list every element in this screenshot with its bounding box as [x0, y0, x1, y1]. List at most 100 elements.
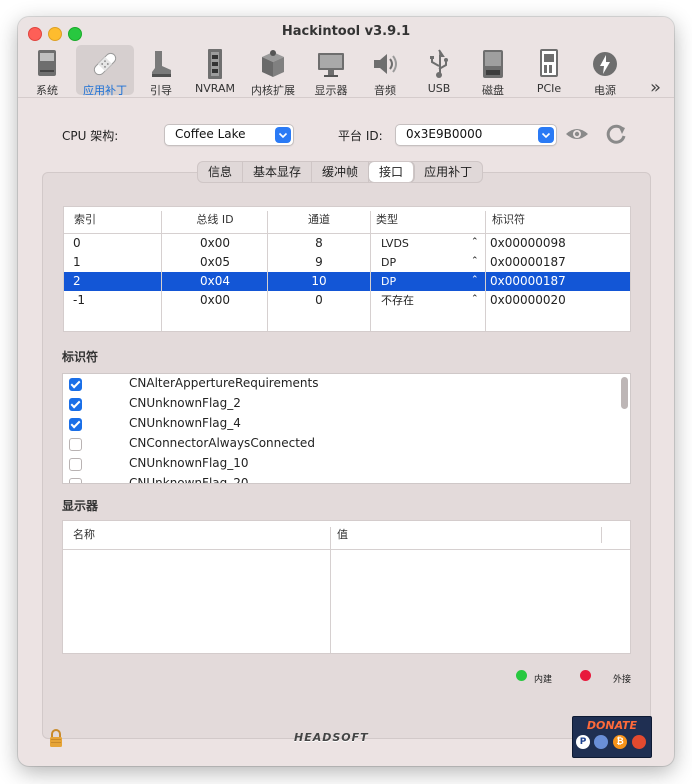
tab-framebuffer[interactable]: 缓冲帧	[312, 162, 370, 182]
platform-id-select[interactable]: 0x3E9B0000	[395, 124, 557, 146]
cell-bus-id: 0x04	[199, 274, 230, 288]
paypal-icon: P	[576, 735, 590, 749]
type-stepper-icon[interactable]: ⌃	[471, 237, 479, 247]
popup-chevron-icon	[275, 127, 291, 143]
toolbar-label: 应用补丁	[83, 84, 127, 97]
cell-pipe: 8	[315, 236, 323, 250]
computer-icon	[38, 50, 56, 76]
column-header-pipe[interactable]: 通道	[268, 207, 370, 233]
toolbar-item-nvram[interactable]: NVRAM	[190, 45, 240, 95]
toolbar-item-patch[interactable]: 应用补丁	[76, 45, 134, 97]
toolbar-item-system[interactable]: 系统	[24, 45, 70, 97]
cell-flags: 0x00000020	[490, 293, 566, 307]
type-stepper-icon[interactable]: ⌃	[471, 275, 479, 285]
ports-table[interactable]: 索引 总线 ID 通道 类型 标识符 0 0x00 8 LVDS ⌃ 0x000…	[63, 206, 631, 332]
donate-label: DONATE	[586, 719, 638, 732]
toolbar-item-audio[interactable]: 音频	[362, 45, 408, 97]
flag-checkbox[interactable]	[69, 458, 82, 471]
donate-button[interactable]: DONATE P ₿	[572, 716, 652, 758]
tab-info[interactable]: 信息	[198, 162, 244, 182]
bitcoin-icon: ₿	[613, 735, 627, 749]
column-divider	[370, 211, 371, 331]
toolbar-overflow-button[interactable]: »	[650, 77, 661, 98]
display-icon	[318, 53, 344, 77]
cpu-arch-select[interactable]: Coffee Lake	[164, 124, 294, 146]
flag-label: CNUnknownFlag_10	[129, 456, 249, 470]
toolbar-item-usb[interactable]: USB	[416, 45, 462, 95]
headsoft-logo: HEADSOFT	[294, 731, 369, 744]
column-header-name[interactable]: 名称	[73, 521, 95, 549]
tab-bar: 信息 基本显存 缓冲帧 接口 应用补丁	[197, 161, 484, 183]
toolbar-label: 显示器	[314, 84, 348, 97]
usb-icon	[430, 49, 448, 78]
eye-icon[interactable]	[565, 126, 589, 142]
flag-label: CNUnknownFlag_4	[129, 416, 241, 430]
internal-label: 内建	[534, 675, 553, 685]
display-table[interactable]: 名称 值	[62, 520, 631, 654]
list-item[interactable]: CNUnknownFlag_20	[63, 474, 630, 484]
ethereum-icon	[594, 735, 608, 749]
cell-type[interactable]: 不存在	[381, 291, 414, 310]
display-section-title: 显示器	[62, 499, 99, 513]
flags-scrollbar[interactable]	[621, 377, 628, 409]
table-row[interactable]: 0 0x00 8 LVDS ⌃ 0x00000098	[64, 234, 630, 253]
flag-checkbox[interactable]	[69, 378, 82, 391]
cell-type[interactable]: DP	[381, 253, 396, 272]
toolbar-item-kext[interactable]: 内核扩展	[246, 45, 300, 97]
flag-checkbox[interactable]	[69, 478, 82, 483]
tab-connectors[interactable]: 接口	[369, 162, 415, 182]
bandage-icon	[93, 52, 117, 76]
table-row[interactable]: -1 0x00 0 不存在 ⌃ 0x00000020	[64, 291, 630, 310]
cell-index: -1	[73, 293, 85, 307]
kext-box-icon	[262, 50, 284, 77]
cpu-label: CPU 架构:	[62, 129, 119, 143]
toolbar-item-pcie[interactable]: PCIe	[526, 45, 572, 95]
cell-bus-id: 0x05	[199, 255, 230, 269]
table-row[interactable]: 1 0x05 9 DP ⌃ 0x00000187	[64, 253, 630, 272]
column-header-type[interactable]: 类型	[376, 207, 398, 233]
column-header-bus-id[interactable]: 总线 ID	[162, 207, 268, 233]
lock-icon[interactable]	[48, 728, 64, 748]
toolbar-label: 引导	[150, 84, 172, 97]
toolbar: 系统 应用补丁 引导 NVRAM 内核扩展 显示器 音频 USB 磁盘 PCIe…	[18, 43, 674, 98]
boot-icon	[152, 51, 171, 77]
external-label: 外接	[613, 675, 632, 685]
list-item[interactable]: CNUnknownFlag_4	[63, 414, 630, 434]
toolbar-item-display[interactable]: 显示器	[306, 45, 356, 97]
cell-flags: 0x00000098	[490, 236, 566, 250]
flags-list[interactable]: CNAlterAppertureRequirements CNUnknownFl…	[62, 373, 631, 484]
cell-type[interactable]: LVDS	[381, 234, 409, 253]
column-header-index[interactable]: 索引	[74, 207, 96, 233]
table-row-selected[interactable]: 2 0x04 10 DP ⌃ 0x00000187	[64, 272, 630, 291]
toolbar-item-disk[interactable]: 磁盘	[470, 45, 516, 97]
crypto-icon	[632, 735, 646, 749]
list-item[interactable]: CNUnknownFlag_2	[63, 394, 630, 414]
toolbar-label: PCIe	[536, 82, 562, 95]
flag-checkbox[interactable]	[69, 438, 82, 451]
column-header-flags[interactable]: 标识符	[492, 207, 525, 233]
flag-label: CNUnknownFlag_20	[129, 476, 249, 484]
toolbar-label: 系统	[36, 84, 58, 97]
toolbar-label: 磁盘	[482, 84, 504, 97]
flag-checkbox[interactable]	[69, 418, 82, 431]
tab-patch[interactable]: 应用补丁	[414, 162, 482, 182]
type-stepper-icon[interactable]: ⌃	[471, 256, 479, 266]
refresh-icon[interactable]	[604, 122, 628, 146]
list-item[interactable]: CNConnectorAlwaysConnected	[63, 434, 630, 454]
toolbar-label: USB	[427, 82, 451, 95]
flag-checkbox[interactable]	[69, 398, 82, 411]
cell-flags: 0x00000187	[490, 255, 566, 269]
list-item[interactable]: CNUnknownFlag_10	[63, 454, 630, 474]
toolbar-item-power[interactable]: 电源	[582, 45, 628, 97]
cell-type[interactable]: DP	[381, 272, 396, 291]
column-divider	[485, 211, 486, 331]
column-header-value[interactable]: 值	[337, 521, 348, 549]
toolbar-item-boot[interactable]: 引导	[138, 45, 184, 97]
list-item[interactable]: CNAlterAppertureRequirements	[63, 374, 630, 394]
tab-vram[interactable]: 基本显存	[243, 162, 313, 182]
titlebar: Hackintool v3.9.1 系统 应用补丁 引导 NVRAM 内核扩展 …	[18, 17, 674, 98]
type-stepper-icon[interactable]: ⌃	[471, 294, 479, 304]
toolbar-label: 电源	[594, 84, 616, 97]
app-window: Hackintool v3.9.1 系统 应用补丁 引导 NVRAM 内核扩展 …	[18, 17, 674, 766]
toolbar-label: 音频	[374, 84, 396, 97]
